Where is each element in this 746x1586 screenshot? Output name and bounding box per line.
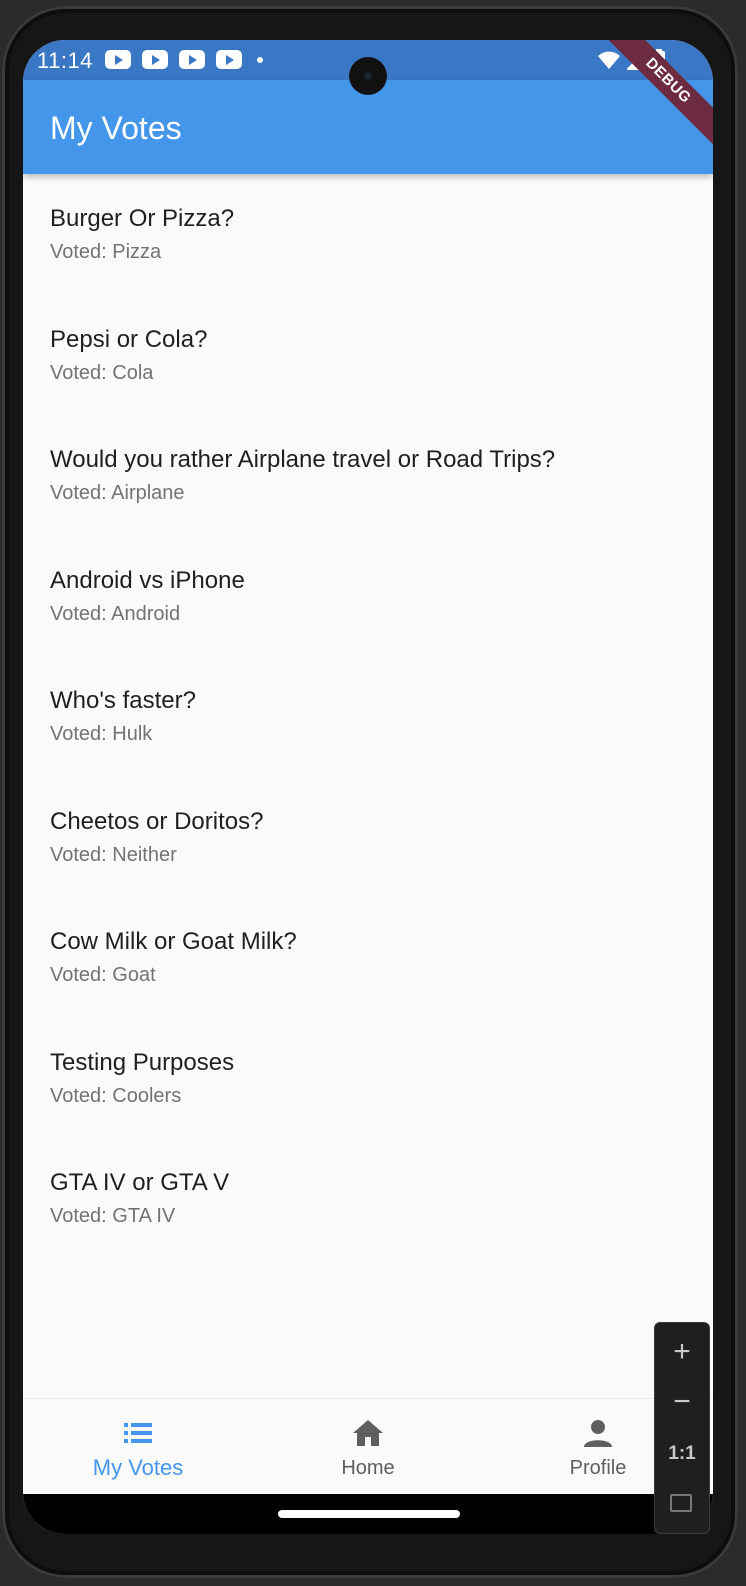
youtube-notification-icon	[179, 50, 205, 69]
nav-label: Home	[341, 1457, 395, 1479]
vote-question: GTA IV or GTA V	[50, 1169, 230, 1196]
vote-answer: Voted: Neither	[50, 843, 177, 866]
nav-item-my-votes[interactable]: My Votes	[23, 1399, 253, 1495]
phone-frame: 11:14 DEBUG My Votes Burger Or Pizza? Vo…	[2, 6, 738, 1578]
vote-answer: Voted: Android	[50, 602, 181, 625]
vote-answer: Voted: Pizza	[50, 241, 162, 263]
youtube-notification-icon	[142, 50, 168, 69]
vote-question: Pepsi or Cola?	[50, 325, 208, 353]
more-notifications-dot-icon	[257, 56, 263, 63]
app-screen: 11:14 DEBUG My Votes Burger Or Pizza? Vo…	[23, 40, 713, 1534]
nav-label: My Votes	[92, 1455, 184, 1480]
youtube-notification-icon	[216, 50, 242, 69]
vote-question: Burger Or Pizza?	[50, 205, 235, 232]
home-icon	[353, 1420, 383, 1446]
vote-answer: Voted: Coolers	[50, 1084, 182, 1107]
vote-question: Cheetos or Doritos?	[50, 807, 264, 835]
zoom-in-button[interactable]: +	[655, 1329, 709, 1375]
list-item[interactable]: Cheetos or Doritos? Voted: Neither	[23, 777, 713, 898]
home-gesture-bar[interactable]	[278, 1510, 460, 1518]
list-item[interactable]: Android vs iPhone Voted: Android	[23, 536, 713, 657]
list-item[interactable]: GTA IV or GTA V Voted: GTA IV	[23, 1138, 713, 1259]
bottom-navigation: My Votes Home Profile	[23, 1398, 713, 1495]
vote-question: Who's faster?	[50, 687, 196, 714]
nav-item-home[interactable]: Home	[253, 1399, 483, 1495]
list-item[interactable]: Burger Or Pizza? Voted: Pizza	[23, 174, 713, 295]
fit-screen-icon	[670, 1494, 692, 1512]
vote-answer: Voted: Hulk	[50, 723, 153, 745]
notification-icons	[105, 50, 263, 69]
zoom-out-button[interactable]: −	[655, 1379, 709, 1425]
vote-answer: Voted: Airplane	[50, 482, 185, 504]
person-icon	[584, 1420, 612, 1447]
status-time: 11:14	[37, 48, 93, 73]
emulator-zoom-controls: + − 1:1	[654, 1322, 710, 1534]
vote-answer: Voted: Cola	[50, 361, 154, 384]
gesture-area	[23, 1494, 713, 1534]
vote-answer: Voted: GTA IV	[50, 1205, 176, 1227]
vote-question: Would you rather Airplane travel or Road…	[50, 446, 556, 473]
vote-list: Burger Or Pizza? Voted: Pizza Pepsi or C…	[23, 174, 713, 1259]
vote-question: Testing Purposes	[50, 1048, 235, 1076]
list-item[interactable]: Would you rather Airplane travel or Road…	[23, 415, 713, 536]
list-icon	[124, 1423, 152, 1443]
vote-question: Cow Milk or Goat Milk?	[50, 928, 297, 955]
wifi-icon	[598, 51, 620, 69]
page-title: My Votes	[50, 110, 182, 146]
list-item[interactable]: Testing Purposes Voted: Coolers	[23, 1018, 713, 1139]
youtube-notification-icon	[105, 50, 131, 69]
fit-screen-button[interactable]	[655, 1481, 709, 1527]
vote-question: Android vs iPhone	[50, 566, 245, 594]
list-item[interactable]: Pepsi or Cola? Voted: Cola	[23, 295, 713, 416]
front-camera	[349, 57, 387, 95]
list-item[interactable]: Cow Milk or Goat Milk? Voted: Goat	[23, 897, 713, 1018]
zoom-reset-button[interactable]: 1:1	[655, 1431, 709, 1477]
vote-answer: Voted: Goat	[50, 964, 156, 986]
list-item[interactable]: Who's faster? Voted: Hulk	[23, 656, 713, 777]
